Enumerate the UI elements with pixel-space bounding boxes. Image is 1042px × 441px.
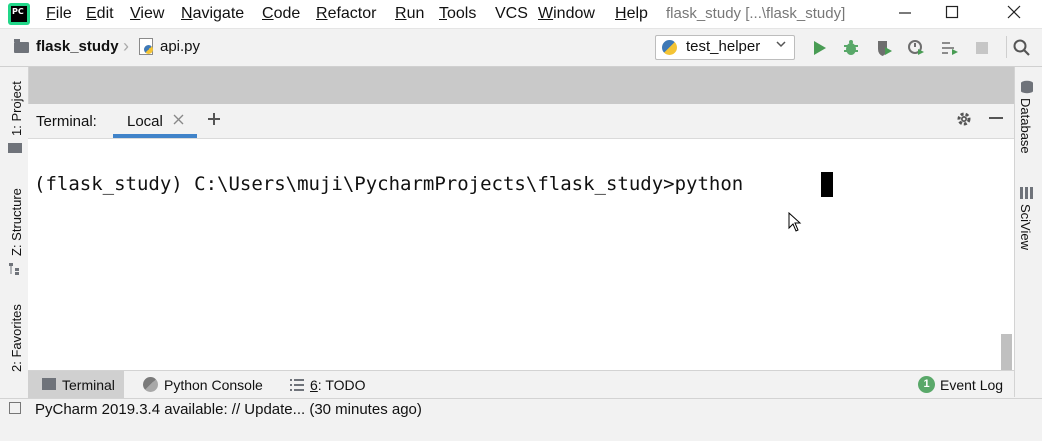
project-folder-icon — [8, 143, 22, 153]
menu-navigate[interactable]: Navigate — [181, 5, 244, 23]
close-icon — [1007, 5, 1021, 19]
menu-edit[interactable]: Edit — [86, 5, 114, 23]
menu-view[interactable]: View — [130, 5, 164, 23]
terminal-settings-button[interactable] — [955, 110, 973, 133]
minimize-icon — [989, 117, 1003, 119]
structure-tool-button[interactable]: Z: Structure — [9, 188, 24, 256]
menu-code[interactable]: Code — [262, 5, 300, 23]
search-everywhere-button[interactable] — [1013, 39, 1031, 57]
toolbar-divider — [1006, 36, 1007, 58]
search-icon — [1013, 39, 1030, 56]
text-cursor — [821, 172, 833, 197]
project-tool-button[interactable]: 1: Project — [9, 81, 24, 136]
active-tab-indicator — [113, 134, 197, 138]
close-tab-button[interactable] — [173, 112, 184, 130]
database-icon — [1020, 80, 1034, 94]
python-icon — [662, 40, 677, 55]
maximize-icon — [945, 5, 959, 19]
python-console-icon — [143, 377, 158, 392]
minimize-window-button[interactable] — [893, 2, 917, 24]
terminal-title: Terminal: — [36, 113, 97, 130]
coverage-shield-icon — [878, 41, 892, 56]
event-count-badge: 1 — [918, 376, 935, 393]
maximize-window-button[interactable] — [940, 2, 964, 24]
sciview-tool-button[interactable]: SciView — [1018, 204, 1033, 250]
menu-tools[interactable]: Tools — [439, 5, 476, 23]
breadcrumb-file[interactable]: api.py — [160, 38, 200, 55]
gear-icon — [957, 112, 971, 126]
terminal-prompt: (flask_study) C:\Users\muji\PycharmProje… — [34, 173, 755, 195]
close-window-button[interactable] — [1002, 2, 1026, 24]
breadcrumb-separator-icon: › — [123, 36, 129, 56]
run-concurrency-button[interactable] — [941, 39, 959, 57]
database-tool-button[interactable]: Database — [1018, 98, 1033, 154]
run-button[interactable] — [811, 39, 829, 57]
hide-terminal-button[interactable] — [988, 108, 1004, 131]
structure-icon — [9, 262, 21, 275]
terminal-scrollbar[interactable] — [1001, 334, 1012, 370]
menu-file[interactable]: File — [46, 5, 72, 23]
terminal-icon — [42, 378, 56, 390]
stop-button[interactable] — [973, 39, 991, 57]
chevron-down-icon — [775, 37, 787, 53]
editor-area — [28, 67, 1014, 104]
window-title: flask_study [...\flask_study] — [666, 5, 846, 22]
menu-window[interactable]: Window — [538, 5, 595, 23]
todo-list-icon — [290, 378, 304, 391]
tab-local-label: Local — [127, 113, 163, 130]
concurrency-icon — [942, 42, 958, 55]
profiler-icon — [908, 40, 924, 55]
stop-icon — [976, 42, 988, 54]
pycharm-logo-icon: PC — [8, 3, 30, 25]
menu-vcs[interactable]: VCS — [495, 5, 528, 23]
new-terminal-tab-button[interactable] — [207, 109, 221, 132]
python-console-tool-button[interactable]: Python Console — [164, 377, 263, 393]
profile-button[interactable] — [907, 39, 925, 57]
bug-icon — [844, 40, 858, 55]
sciview-icon — [1020, 186, 1034, 199]
python-file-icon — [139, 38, 153, 55]
menu-help[interactable]: Help — [615, 5, 648, 23]
terminal-tool-label: Terminal — [62, 377, 115, 393]
run-with-coverage-button[interactable] — [875, 39, 893, 57]
folder-icon — [14, 39, 29, 53]
todo-tool-button[interactable]: 6: TODO — [310, 377, 366, 393]
status-message[interactable]: PyCharm 2019.3.4 available: // Update...… — [35, 401, 422, 418]
close-icon — [173, 114, 184, 125]
mouse-pointer-icon — [788, 211, 802, 238]
breadcrumb-project[interactable]: flask_study — [36, 38, 119, 55]
event-log-tool-button[interactable]: Event Log — [940, 377, 1003, 393]
minimize-icon — [899, 12, 911, 14]
tool-windows-toggle-icon[interactable] — [9, 402, 21, 414]
favorites-tool-button[interactable]: 2: Favorites — [9, 304, 24, 372]
menu-refactor[interactable]: Refactor — [316, 5, 376, 23]
plus-icon — [208, 113, 220, 125]
run-configuration-label: test_helper — [686, 38, 761, 55]
menu-run[interactable]: Run — [395, 5, 424, 23]
debug-button[interactable] — [842, 39, 860, 57]
run-icon — [814, 41, 826, 55]
